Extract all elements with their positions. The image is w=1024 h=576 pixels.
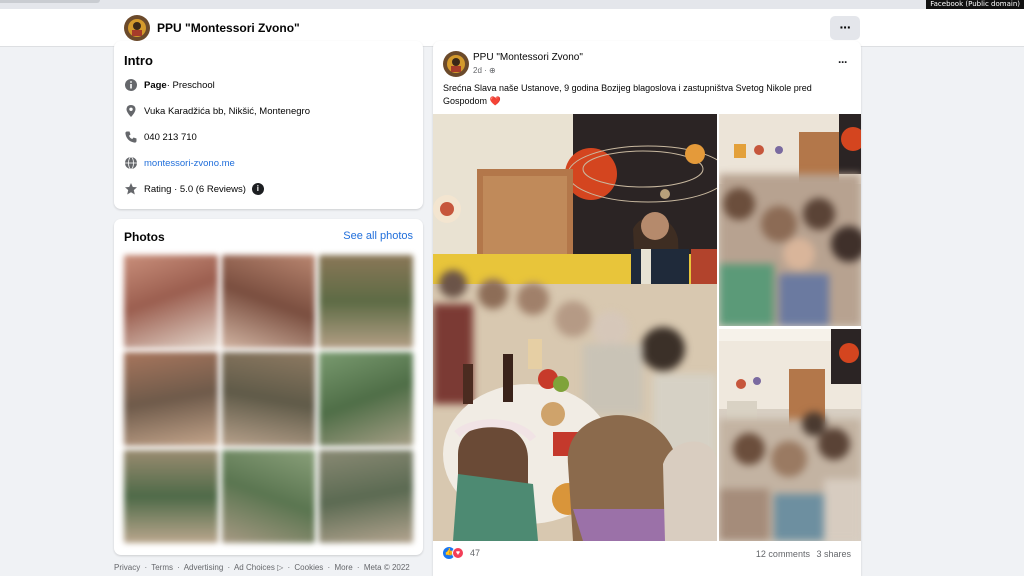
post-more-options-button[interactable]: ··· xyxy=(838,55,848,69)
photo-grid xyxy=(124,255,413,543)
intro-phone-row: 040 213 710 xyxy=(124,129,197,145)
comments-count[interactable]: 12 comments xyxy=(756,549,810,559)
reaction-summary[interactable]: 👍 ♥ 47 xyxy=(443,547,480,559)
love-icon: ♥ xyxy=(452,547,464,559)
photo-thumbnail[interactable] xyxy=(319,449,413,543)
globe-icon xyxy=(124,156,138,170)
phone-icon xyxy=(124,130,138,144)
intro-category-row: Page · Preschool xyxy=(124,77,215,93)
address-text: Vuka Karadžića bb, Nikšić, Montenegro xyxy=(144,105,310,117)
intro-title: Intro xyxy=(124,53,153,68)
intro-address-row: Vuka Karadžića bb, Nikšić, Montenegro xyxy=(124,103,310,119)
footer-separator: · xyxy=(227,563,231,572)
see-all-photos-link[interactable]: See all photos xyxy=(343,230,413,242)
footer-separator: · xyxy=(327,563,331,572)
photo-thumbnail[interactable] xyxy=(124,352,218,446)
footer-separator: · xyxy=(356,563,360,572)
footer-link[interactable]: Advertising xyxy=(184,563,224,572)
footer-separator: · xyxy=(287,563,291,572)
photo-thumbnail[interactable] xyxy=(221,255,316,349)
footer-link[interactable]: Terms xyxy=(151,563,173,572)
intro-website-row: montessori-zvono.me xyxy=(124,155,235,171)
intro-card: Intro Page · Preschool Vuka Karadžića bb… xyxy=(114,41,423,209)
reaction-count: 47 xyxy=(470,548,481,558)
photo-thumbnail[interactable] xyxy=(221,352,316,446)
post-timestamp[interactable]: 2d · ⊕ xyxy=(473,66,496,75)
category-value: · Preschool xyxy=(166,79,215,91)
shares-count[interactable]: 3 shares xyxy=(816,549,851,559)
phone-text[interactable]: 040 213 710 xyxy=(144,132,197,143)
post-photo-main[interactable] xyxy=(433,114,717,541)
image-credit: Facebook (Public domain) xyxy=(926,0,1024,9)
footer-link[interactable]: More xyxy=(334,563,352,572)
more-options-button[interactable]: ··· xyxy=(830,16,860,40)
footer-copyright: Meta © 2022 xyxy=(363,563,410,572)
engagement-counts: 12 comments 3 shares xyxy=(756,549,851,559)
post-media[interactable] xyxy=(433,114,861,541)
post-author-avatar[interactable] xyxy=(443,51,469,77)
rating-text: Rating · 5.0 (6 Reviews) xyxy=(144,183,246,195)
intro-rating-row: Rating · 5.0 (6 Reviews) i xyxy=(124,181,264,197)
page-name[interactable]: PPU "Montessori Zvono" xyxy=(157,21,300,35)
post-text: Srećna Slava naše Ustanove, 9 godina Boz… xyxy=(443,82,838,108)
footer-link[interactable]: Cookies xyxy=(294,563,323,572)
heart-icon: ❤️ xyxy=(489,96,501,106)
footer-links: Privacy · Terms · Advertising · Ad Choic… xyxy=(114,563,412,572)
photo-thumbnail[interactable] xyxy=(319,352,413,446)
photo-thumbnail[interactable] xyxy=(319,255,413,349)
post-photo-top-right[interactable] xyxy=(719,114,861,326)
info-dot-icon[interactable]: i xyxy=(251,183,264,195)
footer-link[interactable]: Ad Choices ▷ xyxy=(234,563,283,572)
star-icon xyxy=(124,182,138,196)
footer-link[interactable]: Privacy xyxy=(114,563,140,572)
photo-thumbnail[interactable] xyxy=(124,449,218,543)
category-label: Page xyxy=(144,79,167,91)
info-icon xyxy=(124,78,138,92)
post-photo-bottom-right[interactable] xyxy=(719,329,861,541)
location-pin-icon xyxy=(124,104,138,118)
post-card: PPU "Montessori Zvono" 2d · ⊕ ··· Srećna… xyxy=(433,41,861,576)
post-author-name[interactable]: PPU "Montessori Zvono" xyxy=(473,52,583,63)
photo-thumbnail[interactable] xyxy=(221,449,316,543)
footer-separator: · xyxy=(144,563,148,572)
photo-thumbnail[interactable] xyxy=(124,255,218,349)
photos-card: Photos See all photos xyxy=(114,219,423,555)
browser-top-strip xyxy=(0,0,1024,9)
website-link[interactable]: montessori-zvono.me xyxy=(144,158,235,169)
photos-title: Photos xyxy=(124,230,165,244)
page-avatar[interactable] xyxy=(124,15,150,41)
footer-separator: · xyxy=(177,563,180,572)
scroll-indicator xyxy=(0,0,100,3)
